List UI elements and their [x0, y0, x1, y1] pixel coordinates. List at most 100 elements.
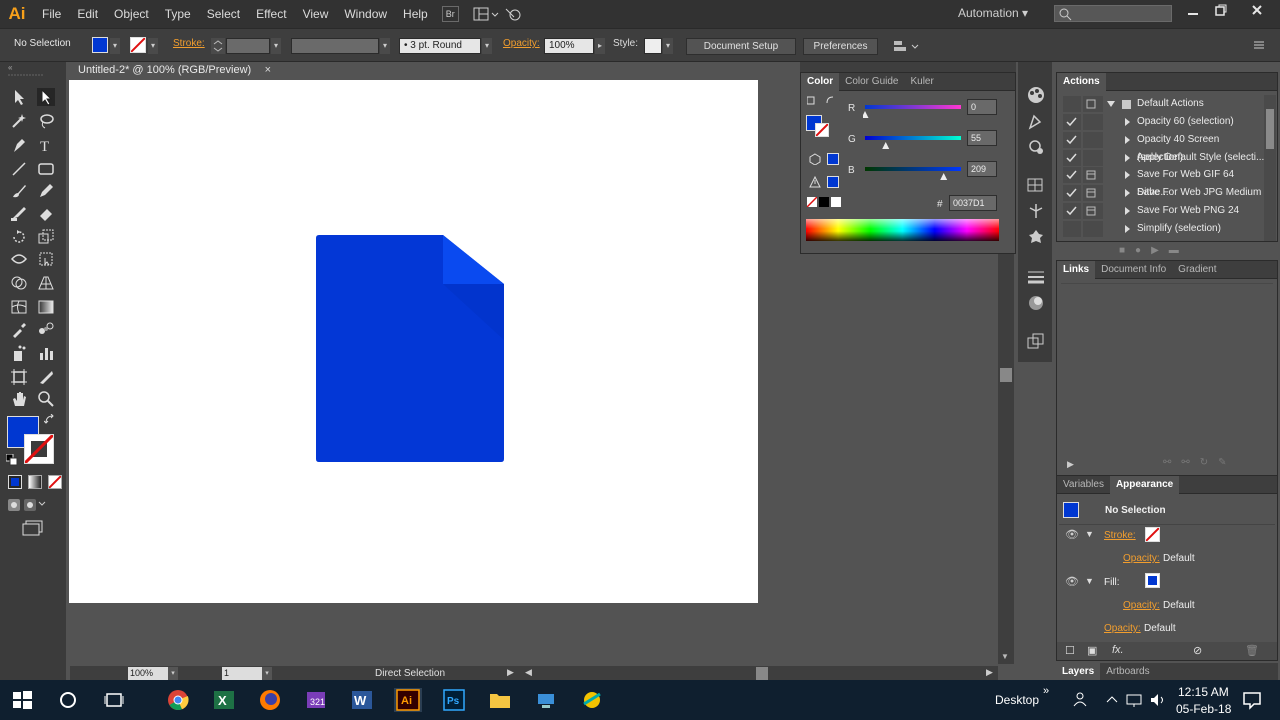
variable-width-profile[interactable] [291, 38, 379, 54]
fill-swatch[interactable] [92, 37, 108, 53]
scale-tool-icon[interactable] [37, 228, 55, 246]
tab-gradient[interactable]: Gradient [1172, 261, 1222, 279]
stroke-label[interactable]: Stroke: [173, 38, 205, 49]
minimize-button[interactable] [1186, 2, 1200, 22]
perspective-grid-tool-icon[interactable] [37, 274, 55, 292]
paint-app-icon[interactable] [580, 688, 604, 712]
rgb-sliders[interactable] [863, 101, 963, 211]
brush-dropdown[interactable]: ▾ [482, 38, 492, 54]
clear-appearance-icon[interactable]: ⊘ [1193, 644, 1202, 657]
web-safe-swatch[interactable] [827, 153, 839, 165]
blob-brush-tool-icon[interactable] [10, 204, 28, 222]
clock-date[interactable]: 05-Feb-18 [1176, 702, 1231, 716]
fill-visibility-eye-icon[interactable]: 👁 [1065, 575, 1079, 588]
rotate-tool-icon[interactable] [10, 228, 28, 246]
artboards-panel-icon[interactable] [1026, 332, 1046, 350]
gradient-mode-icon[interactable] [28, 475, 42, 489]
menu-window[interactable]: Window [336, 0, 395, 28]
artboard-dropdown[interactable]: ▾ [262, 667, 272, 680]
default-fill-stroke-icon[interactable] [807, 95, 837, 107]
type-tool-icon[interactable]: T [37, 136, 55, 154]
cortana-search-icon[interactable] [56, 688, 80, 712]
stroke-weight-stepper[interactable] [211, 38, 225, 54]
shape-builder-tool-icon[interactable] [10, 274, 28, 292]
action-set-row[interactable]: Default Actions [1061, 95, 1265, 113]
puppet-panel-icon[interactable] [1026, 202, 1046, 220]
stroke-dropdown[interactable]: ▾ [148, 38, 158, 54]
restore-button[interactable] [1214, 2, 1228, 22]
graphic-style-swatch[interactable] [644, 38, 662, 54]
line-tool-icon[interactable] [10, 160, 28, 178]
document-setup-button[interactable]: Document Setup [686, 38, 796, 55]
scroll-left-arrow[interactable]: ◀ [525, 667, 532, 678]
magic-wand-tool-icon[interactable] [10, 112, 28, 130]
none-color-swatch[interactable] [807, 197, 817, 207]
transform-panel-icon[interactable] [1026, 176, 1046, 194]
firefox-icon[interactable] [258, 688, 282, 712]
scroll-thumb[interactable] [1000, 368, 1012, 382]
tab-document-info[interactable]: Document Info [1095, 261, 1172, 279]
object-opacity-label[interactable]: Opacity: [1104, 623, 1141, 634]
document-tab[interactable]: Untitled-2* @ 100% (RGB/Preview) × [70, 62, 278, 80]
brushes-panel-icon[interactable] [1026, 112, 1046, 130]
task-view-icon[interactable] [102, 688, 126, 712]
chrome-icon[interactable] [166, 688, 190, 712]
draw-mode-icon[interactable] [8, 498, 48, 512]
variable-width-dropdown[interactable]: ▾ [380, 38, 390, 54]
stroke-color-swatch[interactable] [24, 434, 54, 464]
tab-kuler[interactable]: Kuler [904, 73, 939, 91]
none-mode-icon[interactable] [48, 475, 62, 489]
actions-scrollbar[interactable] [1264, 95, 1276, 241]
illustrator-taskbar-icon[interactable]: Ai [394, 688, 422, 712]
bridge-button[interactable]: Br [441, 6, 459, 22]
action-item[interactable]: Simplify (selection) [1061, 220, 1265, 238]
panel-menu-icon[interactable] [1252, 39, 1266, 51]
hand-tool-icon[interactable] [10, 390, 28, 408]
network-status-icon[interactable] [1124, 688, 1144, 712]
paintbrush-tool-icon[interactable] [10, 182, 28, 200]
artboard-tool-icon[interactable] [10, 368, 28, 386]
eraser-tool-icon[interactable] [37, 204, 55, 222]
arrange-documents-icon[interactable] [473, 6, 499, 22]
red-value-field[interactable]: 0 [967, 99, 997, 115]
close-document-button[interactable]: × [265, 62, 271, 79]
menu-type[interactable]: Type [157, 0, 199, 28]
tab-links[interactable]: Links [1057, 260, 1096, 279]
zoom-field[interactable]: 100% [128, 667, 168, 680]
stroke-expand-icon[interactable]: ▼ [1085, 529, 1094, 539]
fill-dropdown[interactable]: ▾ [110, 38, 120, 54]
color-panel-dock-handle[interactable] [800, 62, 1016, 72]
graphic-styles-panel-icon[interactable] [1026, 228, 1046, 246]
opacity-dropdown[interactable]: ▸ [595, 38, 605, 54]
eyedropper-tool-icon[interactable] [10, 320, 28, 338]
toolbar-chevron[interactable]: » [1043, 685, 1049, 697]
pen-tool-icon[interactable] [10, 136, 28, 154]
tab-appearance[interactable]: Appearance [1109, 475, 1180, 494]
opacity-field[interactable]: 100% [544, 38, 594, 54]
links-list[interactable] [1061, 283, 1273, 455]
align-options-icon[interactable] [892, 38, 920, 54]
preferences-button[interactable]: Preferences [803, 38, 878, 55]
tab-color[interactable]: Color [801, 72, 840, 91]
menu-view[interactable]: View [295, 0, 337, 28]
action-item[interactable]: Opacity 60 (selection) [1061, 113, 1265, 131]
brush-definition[interactable]: • 3 pt. Round [399, 38, 481, 54]
symbol-sprayer-tool-icon[interactable] [10, 344, 28, 362]
word-icon[interactable]: W [350, 688, 374, 712]
people-icon[interactable] [1068, 688, 1092, 712]
close-window-button[interactable] [1250, 2, 1264, 22]
out-of-gamut-warning-icon[interactable] [809, 176, 821, 188]
network-app-icon[interactable] [534, 688, 558, 712]
swatches-panel-icon[interactable] [1026, 86, 1046, 104]
appearance-stroke-swatch[interactable] [1145, 527, 1160, 542]
column-graph-tool-icon[interactable] [37, 344, 55, 362]
excel-icon[interactable]: X [212, 688, 236, 712]
add-effect-button[interactable]: fx. [1112, 644, 1124, 656]
photoshop-icon[interactable]: Ps [442, 688, 466, 712]
rectangle-tool-icon[interactable] [37, 160, 55, 178]
color-spectrum-bar[interactable] [806, 219, 999, 241]
artboard-number-field[interactable]: 1 [222, 667, 262, 680]
opacity-label[interactable]: Opacity: [503, 38, 540, 49]
file-explorer-icon[interactable] [488, 688, 512, 712]
stroke-panel-icon[interactable] [1026, 268, 1046, 286]
